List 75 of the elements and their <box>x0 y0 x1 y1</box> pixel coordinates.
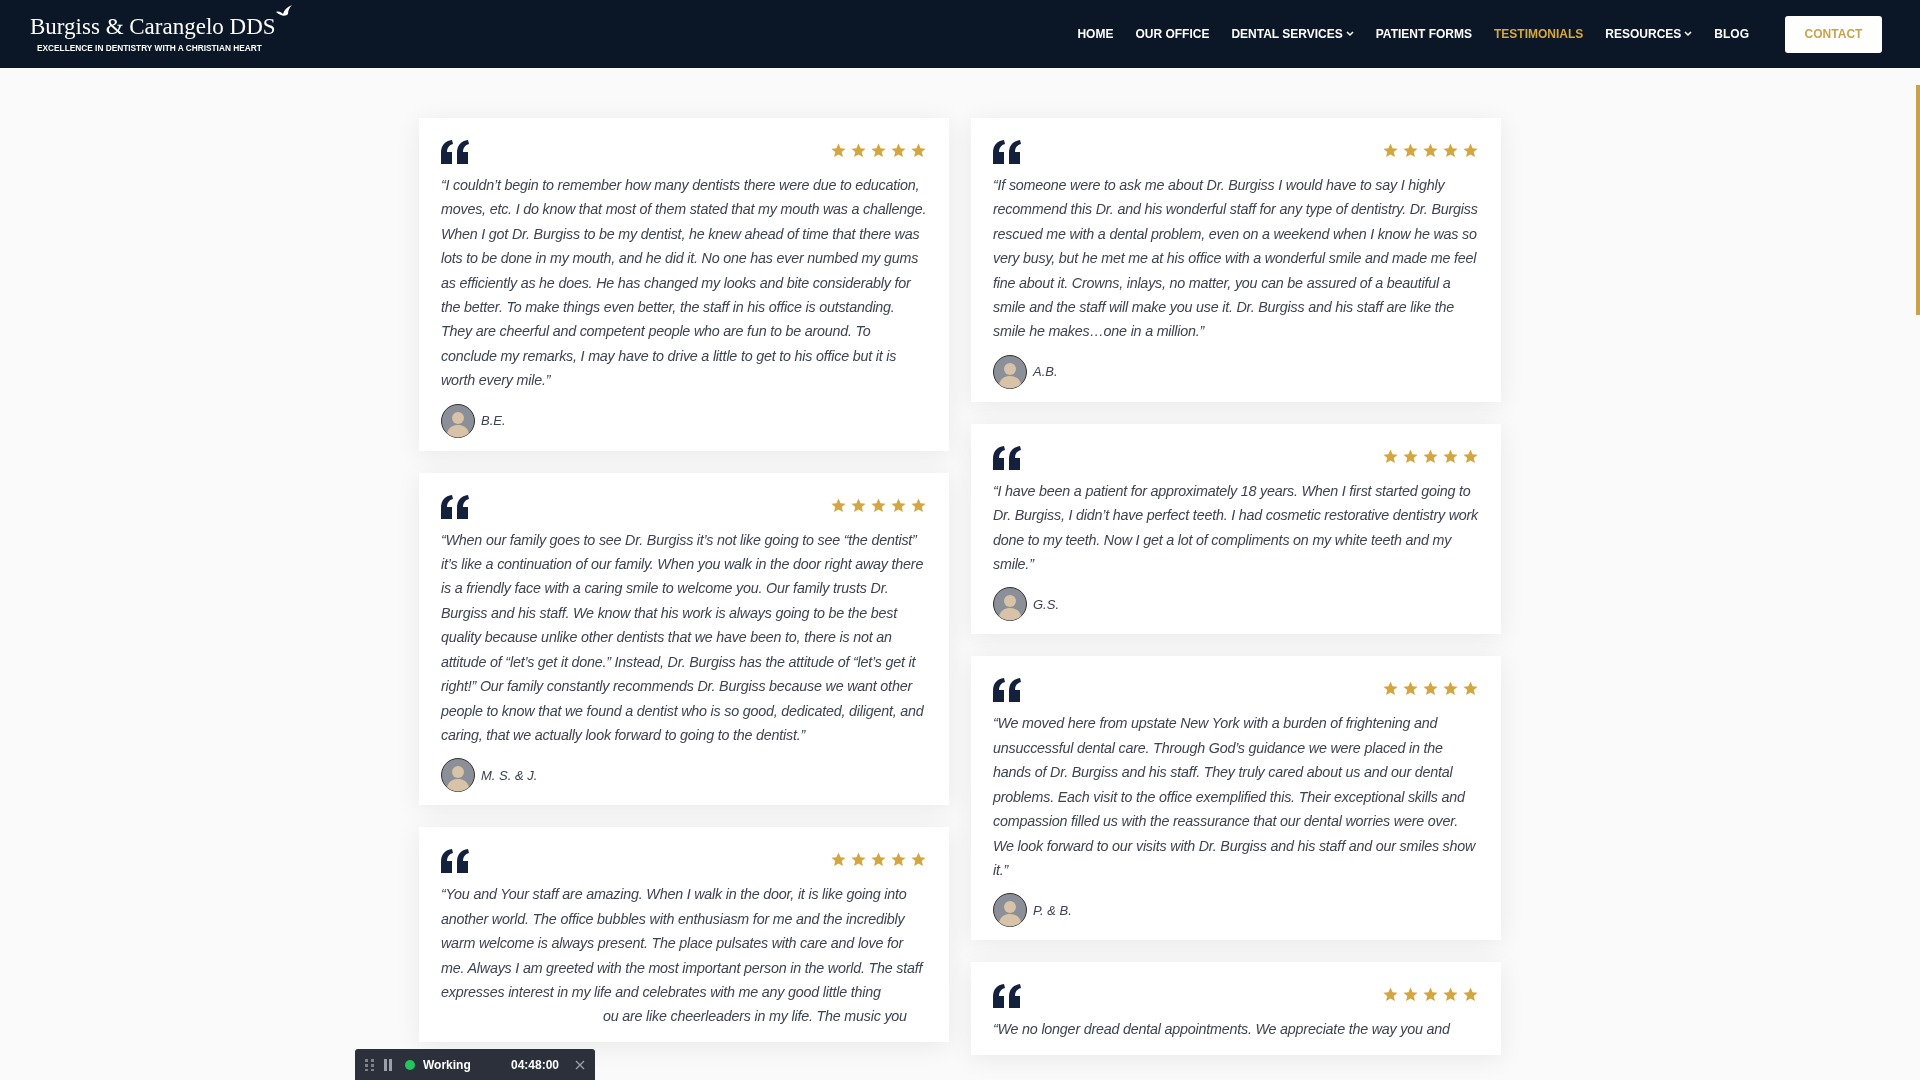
star-icon <box>1442 986 1459 1004</box>
star-icon <box>1382 680 1399 698</box>
star-icon <box>830 142 847 159</box>
star-icon <box>1462 986 1479 1004</box>
star-icon <box>1462 142 1479 159</box>
star-icon <box>1422 986 1439 1004</box>
star-icon <box>1462 447 1479 465</box>
quote-icon <box>993 678 1022 703</box>
nav-link[interactable]: OUR OFFICE <box>1135 25 1210 43</box>
star-icon <box>830 496 847 514</box>
nav-link[interactable]: RESOURCES <box>1605 25 1693 43</box>
quote-icon <box>441 140 470 164</box>
star-icon <box>910 851 927 869</box>
star-icon <box>850 851 867 869</box>
star-icon <box>890 851 907 869</box>
avatar <box>441 758 475 793</box>
testimonial-quote: ou are like cheerleaders in my life. The music you <box>603 1007 907 1027</box>
nav-link[interactable]: BLOG <box>1714 25 1749 43</box>
star-icon <box>1462 680 1479 698</box>
star-icon <box>850 142 867 159</box>
star-icon <box>870 142 887 159</box>
nav-link[interactable]: DENTAL SERVICES <box>1231 25 1354 43</box>
author-name: G.S. <box>1033 595 1059 614</box>
quote-icon <box>993 984 1022 1009</box>
star-icon <box>1422 447 1439 465</box>
testimonial-quote: “If someone were to ask me about Dr. Burgiss I would have to say I highly recommend this Dr. and his wonderful staff for any type of dentistry. Dr. Burgiss rescued me with a dental problem, even on a weekend when I know he was so very busy, but he met me at his office with a wonderful smile and made me feel fine about it. Crowns, inlays, no matter, you can be assured of a beautiful a smile and the staff will make you use it. Dr. Burgiss and his staff are like the smile he makes…one in a million.” <box>993 176 1479 342</box>
status-label: Working <box>423 1056 471 1074</box>
testimonial-quote: “When our family goes to see Dr. Burgiss it’s not like going to see “the dentist” it’s like a continuation of our family. When you walk in the door right away there is a friendly face with a caring smile to welcome you. Our family trusts Dr. Burgiss and his staff. We know that his work is always going to be the best quality because unlike other dentists that we have been to, there is not an attitude of “let’s get it done.” Instead, Dr. Burgiss has the attitude of “let’s get it right!” Our family constantly recommends Dr. Burgiss because we want other people to know that we found a dentist who is so good, dedicated, diligent, and caring, that we actually look forward to going to the dentist.” <box>441 530 925 745</box>
author-name: P. & B. <box>1033 901 1072 920</box>
testimonial-quote: “We no longer dread dental appointments. We appreciate the way you and <box>993 1020 1452 1040</box>
star-icon <box>1402 986 1419 1004</box>
avatar <box>993 354 1027 389</box>
testimonial-quote: “I couldn’t begin to remember how many dentists there were due to education, moves, etc. I do know that most of them stated that my mouth was a challenge. When I got Dr. Burgiss to be my dentist, he knew ahead of time that there was lots to be done in my mouth, and he did it. No one has ever numbed my gums as efficiently as he does. He has changed my looks and bite considerably for the better. To make things even better, the staff in his office is outstanding. They are cheerful and competent people who are fun to be around. To conclude my remarks, I may have to drive a little to get to his office but it is worth every mile.” <box>441 176 927 391</box>
star-icon <box>1422 142 1439 159</box>
star-icon <box>1442 142 1459 159</box>
star-icon <box>910 496 927 514</box>
star-icon <box>910 142 927 159</box>
avatar <box>993 893 1027 928</box>
drag-handle-icon[interactable] <box>365 1058 375 1071</box>
nav-link[interactable]: TESTIMONIALS <box>1493 25 1584 43</box>
avatar <box>441 403 475 438</box>
quote-icon <box>441 494 470 519</box>
star-icon <box>1402 447 1419 465</box>
star-icon <box>890 142 907 159</box>
testimonial-quote: “We moved here from upstate New York with a burden of frightening and unsuccessful dental care. Through God’s guidance we were placed in the hands of Dr. Burgiss and his staff. They truly cared about us and our dental problems. Each visit to the office exemplified this. Their exceptional skills and compassion filled us with the reassurance that our dental worries were over. We look forward to our visits with Dr. Burgiss and his staff and our smiles show it.” <box>993 714 1477 880</box>
close-icon[interactable] <box>575 1059 585 1070</box>
star-icon <box>830 851 847 869</box>
avatar <box>993 587 1027 622</box>
nav-link[interactable]: PATIENT FORMS <box>1375 25 1472 43</box>
nav-link[interactable]: HOME <box>1077 25 1114 43</box>
author-name: M. S. & J. <box>481 766 538 785</box>
quote-icon <box>441 849 470 874</box>
star-icon <box>1422 680 1439 698</box>
quote-icon <box>993 140 1022 164</box>
star-icon <box>1402 142 1419 159</box>
author-name: B.E. <box>481 411 506 430</box>
scrollbar-thumb[interactable] <box>1916 85 1920 315</box>
logo-tagline: EXCELLENCE IN DENTISTRY WITH A CHRISTIAN HEART <box>37 41 263 55</box>
star-icon <box>870 851 887 869</box>
star-icon <box>1382 447 1399 465</box>
quote-icon <box>993 445 1022 470</box>
pause-icon[interactable] <box>383 1058 393 1071</box>
star-icon <box>1402 680 1419 698</box>
star-icon <box>1382 986 1399 1004</box>
logo-title: Burgiss & Carangelo DDS <box>30 13 276 40</box>
bird-icon <box>275 3 292 18</box>
star-icon <box>850 496 867 514</box>
star-icon <box>1442 680 1459 698</box>
star-icon <box>1382 142 1399 159</box>
author-name: A.B. <box>1033 363 1058 382</box>
star-icon <box>870 496 887 514</box>
testimonial-quote: “I have been a patient for approximately 18 years. When I first started going to Dr. Burgiss, I didn’t have perfect teeth. I had cosmetic restorative dentistry work done to my teeth. Now I get a lot of compliments on my white teeth and my smile.” <box>993 481 1479 575</box>
star-icon <box>1442 447 1459 465</box>
timer-time: 04:48:00 <box>510 1056 559 1074</box>
star-icon <box>890 496 907 514</box>
